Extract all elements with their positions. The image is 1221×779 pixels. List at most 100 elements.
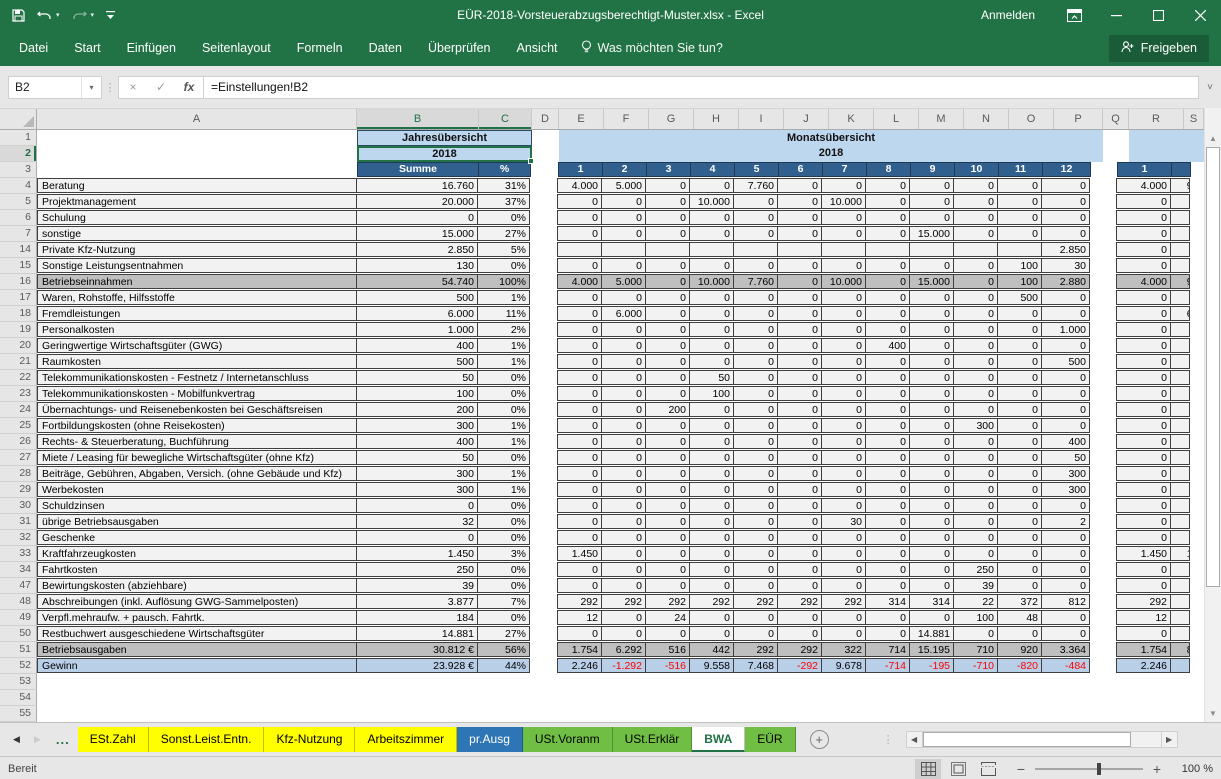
- cell-M31[interactable]: 0: [909, 514, 954, 529]
- cell-N49[interactable]: 100: [953, 610, 998, 625]
- cell-month-header-3[interactable]: 3: [646, 162, 691, 177]
- cell-H26[interactable]: 0: [689, 434, 734, 449]
- cell-O52[interactable]: -820: [997, 658, 1042, 673]
- cell-E23[interactable]: 0: [557, 386, 602, 401]
- cell-S6[interactable]: 0: [1170, 210, 1190, 225]
- cell-L49[interactable]: 0: [865, 610, 910, 625]
- cell-C6[interactable]: 0%: [477, 210, 530, 225]
- cell-D34[interactable]: [530, 562, 557, 578]
- cell-M4[interactable]: 0: [909, 178, 954, 193]
- cell-K21[interactable]: 0: [821, 354, 866, 369]
- cell-O19[interactable]: 0: [997, 322, 1042, 337]
- zoom-slider[interactable]: [1035, 768, 1143, 770]
- cell-H24[interactable]: 0: [689, 402, 734, 417]
- cell-H25[interactable]: 0: [689, 418, 734, 433]
- cell-E28[interactable]: 0: [557, 466, 602, 481]
- cell-C21[interactable]: 1%: [477, 354, 530, 369]
- cell-month-header-8[interactable]: 8: [866, 162, 911, 177]
- undo-icon[interactable]: [37, 9, 52, 21]
- cell-F51[interactable]: 6.292: [601, 642, 646, 657]
- cell-R17[interactable]: 0: [1116, 290, 1171, 305]
- cell-C27[interactable]: 0%: [477, 450, 530, 465]
- ribbon-tab-ueberpruefen[interactable]: Überprüfen: [415, 31, 504, 65]
- cell-J20[interactable]: 0: [777, 338, 822, 353]
- cell-E21[interactable]: 0: [557, 354, 602, 369]
- save-icon[interactable]: [12, 9, 25, 22]
- cell-F29[interactable]: 0: [601, 482, 646, 497]
- column-header-S[interactable]: S: [1184, 109, 1204, 129]
- vertical-scroll-thumb[interactable]: [1206, 147, 1220, 587]
- cell-D29[interactable]: [530, 482, 557, 498]
- cell-A51[interactable]: Betriebsausgaben: [37, 642, 357, 657]
- cell-M14[interactable]: [909, 242, 954, 257]
- cell-K17[interactable]: 0: [821, 290, 866, 305]
- cell-J5[interactable]: 0: [777, 194, 822, 209]
- cell-D3[interactable]: [531, 162, 558, 178]
- row-header-47[interactable]: 47: [0, 578, 37, 594]
- cell-C24[interactable]: 0%: [477, 402, 530, 417]
- cell-H49[interactable]: 0: [689, 610, 734, 625]
- cell-M47[interactable]: 0: [909, 578, 954, 593]
- undo-dropdown-icon[interactable]: ▾: [56, 11, 60, 19]
- cell-O26[interactable]: 0: [997, 434, 1042, 449]
- cell-E15[interactable]: 0: [557, 258, 602, 273]
- cell-P4[interactable]: 0: [1041, 178, 1090, 193]
- cell-A7[interactable]: sonstige: [37, 226, 357, 241]
- sheet-tab-bwa-active[interactable]: BWA: [692, 727, 745, 752]
- cell-N14[interactable]: [953, 242, 998, 257]
- row-header-33[interactable]: 33: [0, 546, 37, 562]
- cell-R22[interactable]: 0: [1116, 370, 1171, 385]
- cell-R52[interactable]: 2.246: [1116, 658, 1171, 673]
- cell-F27[interactable]: 0: [601, 450, 646, 465]
- cell-H6[interactable]: 0: [689, 210, 734, 225]
- cell-Q30[interactable]: [1090, 498, 1116, 514]
- cell-P6[interactable]: 0: [1041, 210, 1090, 225]
- cell-F52[interactable]: -1.292: [601, 658, 646, 673]
- cell-N19[interactable]: 0: [953, 322, 998, 337]
- cell-D51[interactable]: [530, 642, 557, 658]
- cell-H17[interactable]: 0: [689, 290, 734, 305]
- cell-C30[interactable]: 0%: [477, 498, 530, 513]
- cell-N4[interactable]: 0: [953, 178, 998, 193]
- cell-O23[interactable]: 0: [997, 386, 1042, 401]
- cell-J21[interactable]: 0: [777, 354, 822, 369]
- ribbon-tab-formeln[interactable]: Formeln: [284, 31, 356, 65]
- cell-I48[interactable]: 292: [733, 594, 778, 609]
- cell-B26[interactable]: 400: [356, 434, 478, 449]
- cell-K26[interactable]: 0: [821, 434, 866, 449]
- cell-J4[interactable]: 0: [777, 178, 822, 193]
- column-header-B[interactable]: B: [357, 109, 479, 129]
- cell-S24[interactable]: 0: [1170, 402, 1190, 417]
- cell-M7[interactable]: 15.000: [909, 226, 954, 241]
- cell-L5[interactable]: 0: [865, 194, 910, 209]
- cell-M51[interactable]: 15.195: [909, 642, 954, 657]
- cell-K47[interactable]: 0: [821, 578, 866, 593]
- zoom-in-icon[interactable]: +: [1151, 761, 1163, 777]
- cell-P27[interactable]: 50: [1041, 450, 1090, 465]
- cell-Q26[interactable]: [1090, 434, 1116, 450]
- cell-E31[interactable]: 0: [557, 514, 602, 529]
- cell-P16[interactable]: 2.880: [1041, 274, 1090, 289]
- cell-O48[interactable]: 372: [997, 594, 1042, 609]
- cell-J22[interactable]: 0: [777, 370, 822, 385]
- cell-I51[interactable]: 292: [733, 642, 778, 657]
- cell-B30[interactable]: 0: [356, 498, 478, 513]
- row-header-6[interactable]: 6: [0, 210, 37, 226]
- cell-Q5[interactable]: [1090, 194, 1116, 210]
- cell-P20[interactable]: 0: [1041, 338, 1090, 353]
- column-header-I[interactable]: I: [739, 109, 784, 129]
- cell-G29[interactable]: 0: [645, 482, 690, 497]
- cell-M21[interactable]: 0: [909, 354, 954, 369]
- cell-L19[interactable]: 0: [865, 322, 910, 337]
- cell-I15[interactable]: 0: [733, 258, 778, 273]
- cell-H16[interactable]: 10.000: [689, 274, 734, 289]
- cell-O14[interactable]: [997, 242, 1042, 257]
- row-header-34[interactable]: 34: [0, 562, 37, 578]
- cell-K5[interactable]: 10.000: [821, 194, 866, 209]
- cell-N33[interactable]: 0: [953, 546, 998, 561]
- cell-S27[interactable]: 0: [1170, 450, 1190, 465]
- cell-F25[interactable]: 0: [601, 418, 646, 433]
- cell-H15[interactable]: 0: [689, 258, 734, 273]
- cell-G19[interactable]: 0: [645, 322, 690, 337]
- cell-H29[interactable]: 0: [689, 482, 734, 497]
